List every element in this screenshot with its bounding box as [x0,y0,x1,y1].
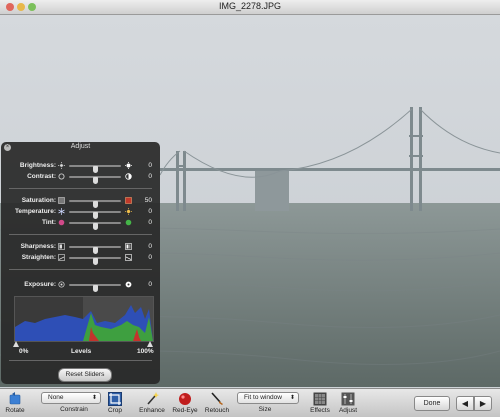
saturation-high-icon [125,197,132,204]
rotate-icon [8,392,22,406]
adjust-panel[interactable]: × Adjust Brightness: 0 Contrast: 0 Satur… [1,142,160,384]
contrast-slider[interactable] [69,176,121,184]
size-select[interactable]: Fit to window ⬍ [237,392,299,404]
title-bar: IMG_2278.JPG [0,0,500,15]
aperture-large-icon [125,281,132,288]
tint-slider[interactable] [69,222,121,230]
arrow-right-icon[interactable]: ▶ [474,396,492,411]
levels-max-label: 100% [137,348,154,355]
levels-label: Levels [71,348,92,355]
temperature-slider[interactable] [69,211,121,219]
sharp-icon [125,243,132,250]
adjust-button[interactable]: Adjust [336,392,360,414]
saturation-value: 50 [144,197,152,204]
straighten-slider[interactable] [69,257,121,265]
saturation-low-icon [58,197,65,204]
tint-value: 0 [148,219,152,226]
crop-icon [108,392,122,406]
brightness-label: Brightness: [19,162,56,169]
done-button[interactable]: Done [414,396,450,411]
contrast-value: 0 [148,173,152,180]
divider [9,234,152,235]
cool-icon [58,208,65,215]
crop-label: Crop [107,407,123,414]
red-eye-label: Red-Eye [172,407,198,414]
divider [9,360,152,361]
window-title: IMG_2278.JPG [218,1,282,11]
crop-button[interactable]: Crop [104,392,126,414]
sharpness-slider[interactable] [69,246,121,254]
arrow-left-icon[interactable]: ◀ [456,396,474,411]
divider [9,269,152,270]
tint-green-icon [125,219,132,226]
tint-red-icon [58,219,65,226]
sharpness-value: 0 [148,243,152,250]
exposure-label: Exposure: [24,281,56,288]
size-label: Size [258,406,272,413]
sun-small-icon [58,162,65,169]
exposure-slider-knob[interactable] [93,285,98,292]
saturation-slider[interactable] [69,200,121,208]
temperature-value: 0 [148,208,152,215]
straighten-label: Straighten: [21,254,56,261]
size-select-value: Fit to window [244,394,282,401]
histogram-graph [15,297,153,341]
soft-icon [58,243,65,250]
tint-slider-knob[interactable] [93,223,98,230]
chevron-down-icon: ⬍ [289,395,295,401]
rotate-button[interactable]: Rotate [4,392,26,414]
straighten-slider-knob[interactable] [93,258,98,265]
brightness-slider[interactable] [69,165,121,173]
sharpness-label: Sharpness: [20,243,56,250]
exposure-value: 0 [148,281,152,288]
brightness-row: Brightness: 0 [1,161,160,173]
sun-large-icon [125,162,132,169]
contrast-low-icon [58,173,65,180]
temperature-label: Temperature: [14,208,56,215]
chevron-down-icon: ⬍ [91,395,97,401]
red-eye-icon [178,392,192,406]
warm-icon [125,208,132,215]
contrast-row: Contrast: 0 [1,172,160,184]
reset-sliders-button[interactable]: Reset Sliders [58,368,112,382]
effects-grid-icon [313,392,327,406]
tint-label: Tint: [42,219,56,226]
exposure-slider[interactable] [69,284,121,292]
rotate-label: Rotate [5,407,25,414]
adjust-panel-title: Adjust [70,143,91,150]
retouch-label: Retouch [204,407,230,414]
constrain-select-value: None [48,394,64,401]
saturation-row: Saturation: 50 [1,196,160,208]
sliders-icon [341,392,355,406]
enhance-label: Enhance [139,407,165,414]
temperature-row: Temperature: 0 [1,207,160,219]
contrast-high-icon [125,173,132,180]
retouch-button[interactable]: Retouch [203,392,231,414]
enhance-button[interactable]: Enhance [139,392,165,414]
straighten-row: Straighten: 0 [1,253,160,265]
aperture-small-icon [58,281,65,288]
magic-wand-icon [145,392,159,406]
tint-row: Tint: 0 [1,218,160,230]
levels-histogram[interactable] [14,296,154,342]
red-eye-button[interactable]: Red-Eye [171,392,199,414]
exposure-row: Exposure: 0 [1,280,160,292]
tilt-left-icon [58,254,65,261]
effects-label: Effects [310,407,330,414]
brightness-value: 0 [148,162,152,169]
tilt-right-icon [125,254,132,261]
sharpness-row: Sharpness: 0 [1,242,160,254]
levels-min-label: 0% [19,348,29,355]
adjust-label: Adjust [338,407,358,414]
straighten-value: 0 [148,254,152,261]
contrast-label: Contrast: [27,173,56,180]
effects-button[interactable]: Effects [308,392,332,414]
constrain-label: Constrain [60,406,88,413]
constrain-select[interactable]: None ⬍ [41,392,101,404]
brush-icon [210,392,224,406]
saturation-label: Saturation: [21,197,56,204]
contrast-slider-knob[interactable] [93,177,98,184]
divider [9,188,152,189]
